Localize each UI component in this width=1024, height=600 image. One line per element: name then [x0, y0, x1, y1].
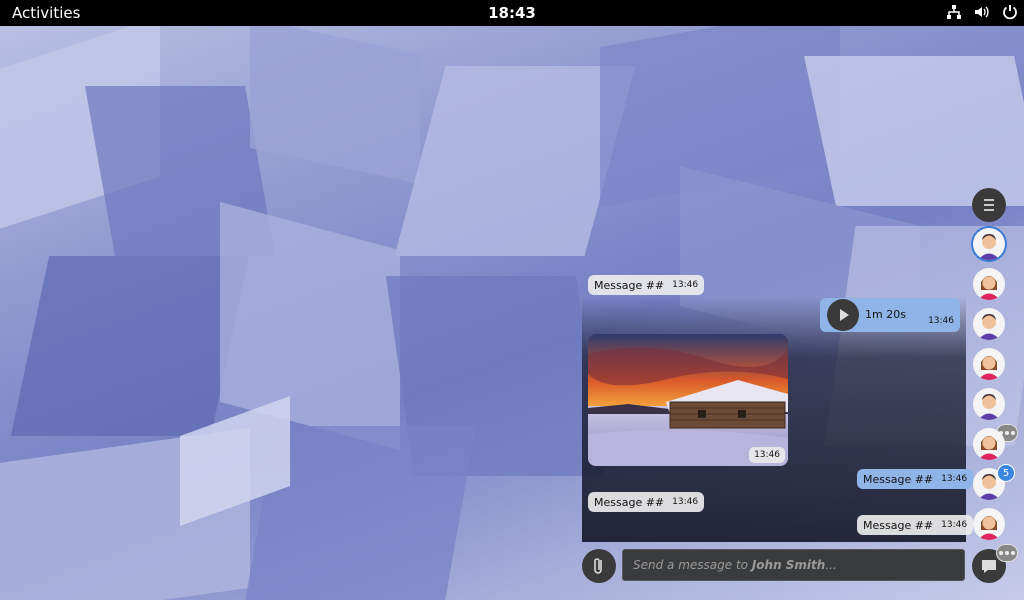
image-message[interactable]: 13:46	[588, 334, 788, 466]
message-input[interactable]: Send a message to John Smith...	[622, 549, 965, 581]
paperclip-icon	[594, 558, 602, 574]
contact-avatar[interactable]	[973, 508, 1005, 540]
male-avatar-icon	[978, 314, 1000, 340]
audio-message[interactable]: 1m 20s 13:46	[820, 298, 960, 332]
contact-avatar[interactable]	[973, 428, 1005, 460]
male-avatar-icon	[978, 234, 1000, 260]
audio-duration: 1m 20s	[865, 308, 906, 321]
message-text: Message ##	[594, 278, 665, 292]
message-time: 13:46	[749, 447, 785, 463]
network-icon[interactable]	[946, 4, 962, 20]
message-time: 13:46	[941, 474, 968, 484]
play-button[interactable]	[827, 299, 859, 331]
message-text: Message ##	[863, 472, 934, 486]
female-avatar-icon	[978, 516, 1000, 540]
contact-avatar[interactable]	[973, 388, 1005, 420]
female-avatar-icon	[978, 436, 1000, 460]
message-bubble[interactable]: Message ## 13:46	[857, 515, 974, 535]
power-icon[interactable]	[1002, 4, 1018, 20]
message-time: 13:46	[672, 280, 699, 290]
hamburger-icon	[984, 199, 994, 211]
message-time: 13:46	[672, 497, 699, 507]
clock[interactable]: 18:43	[0, 4, 1024, 22]
menu-button[interactable]	[972, 188, 1006, 222]
volume-icon[interactable]	[974, 4, 990, 20]
contact-avatar[interactable]	[973, 348, 1005, 380]
top-bar: Activities 18:43	[0, 0, 1024, 26]
male-avatar-icon	[978, 394, 1000, 420]
message-bubble[interactable]: Message ## 13:46	[588, 492, 705, 512]
input-recipient: John Smith	[751, 558, 826, 572]
female-avatar-icon	[978, 356, 1000, 380]
female-avatar-icon	[978, 276, 1000, 300]
message-text: Message ##	[594, 495, 665, 509]
message-text: Message ##	[863, 518, 934, 532]
unread-badge: 5	[997, 464, 1015, 482]
message-time: 13:46	[928, 316, 954, 326]
message-bubble[interactable]: Message ## 13:46	[857, 469, 974, 489]
contact-avatar[interactable]	[973, 228, 1005, 260]
attach-button[interactable]	[582, 549, 616, 583]
message-time: 13:46	[941, 520, 968, 530]
input-ellipsis: ...	[825, 558, 837, 572]
contact-avatar[interactable]	[973, 268, 1005, 300]
system-tray[interactable]	[946, 4, 1018, 20]
contact-avatar[interactable]	[973, 308, 1005, 340]
message-bubble[interactable]: Message ## 13:46	[588, 275, 705, 295]
typing-indicator	[996, 544, 1018, 562]
play-icon	[840, 309, 849, 321]
input-placeholder: Send a message to	[633, 558, 752, 572]
